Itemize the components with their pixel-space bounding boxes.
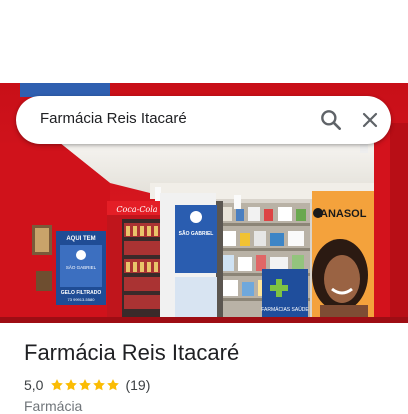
star-rating <box>50 378 120 392</box>
search-icon[interactable] <box>318 107 344 133</box>
poster-brand-text: SÃO GABRIEL <box>66 264 97 270</box>
rating-value: 5,0 <box>24 377 44 393</box>
star-icon <box>65 379 78 391</box>
rating-row[interactable]: 5,0 (19) <box>24 376 150 394</box>
cooler-brand-text: SÃO GABRIEL <box>179 230 214 237</box>
poster-gelo-text: GELO FILTRADO <box>61 290 102 296</box>
review-count[interactable]: (19) <box>125 377 150 393</box>
star-icon <box>107 379 120 391</box>
star-icon <box>79 379 92 391</box>
pharmacy-sign-text: FARMÁCIAS SAÚDE <box>261 306 309 313</box>
poster-headline-text: AQUI TEM <box>66 236 95 242</box>
search-input[interactable]: Farmácia Reis Itacaré <box>40 110 187 127</box>
fridge-brand-text: Coca-Cola <box>116 205 157 214</box>
search-bar[interactable]: Farmácia Reis Itacaré <box>16 96 391 144</box>
place-category: Farmácia <box>24 398 83 414</box>
poster-phone-text: 73 99913-5580 <box>68 297 96 302</box>
star-icon <box>51 379 64 391</box>
anasol-text: ANASOL <box>320 208 367 220</box>
place-title: Farmácia Reis Itacaré <box>24 340 240 365</box>
star-icon <box>93 379 106 391</box>
close-icon[interactable] <box>358 108 382 132</box>
